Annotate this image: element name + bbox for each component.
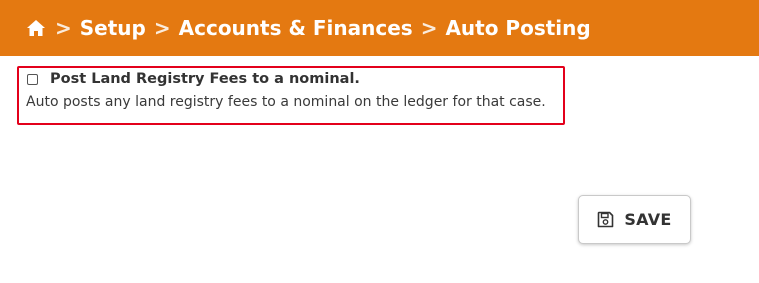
breadcrumb-separator: > [420, 16, 438, 40]
option-row: Post Land Registry Fees to a nominal. [27, 71, 360, 87]
post-land-registry-fees-checkbox[interactable] [27, 73, 38, 85]
floppy-disk-icon [597, 211, 614, 228]
breadcrumb-separator: > [153, 16, 171, 40]
option-title: Post Land Registry Fees to a nominal. [50, 71, 360, 87]
save-button[interactable]: SAVE [578, 195, 691, 244]
breadcrumb-item-setup[interactable]: Setup [80, 16, 146, 40]
home-icon[interactable] [26, 19, 46, 37]
page-title: Auto Posting [445, 16, 591, 40]
breadcrumb: > Setup > Accounts & Finances > Auto Pos… [0, 0, 759, 56]
save-label: SAVE [624, 210, 672, 229]
option-description: Auto posts any land registry fees to a n… [26, 94, 546, 110]
breadcrumb-separator: > [55, 16, 72, 40]
breadcrumb-item-accounts-finances[interactable]: Accounts & Finances [179, 16, 413, 40]
